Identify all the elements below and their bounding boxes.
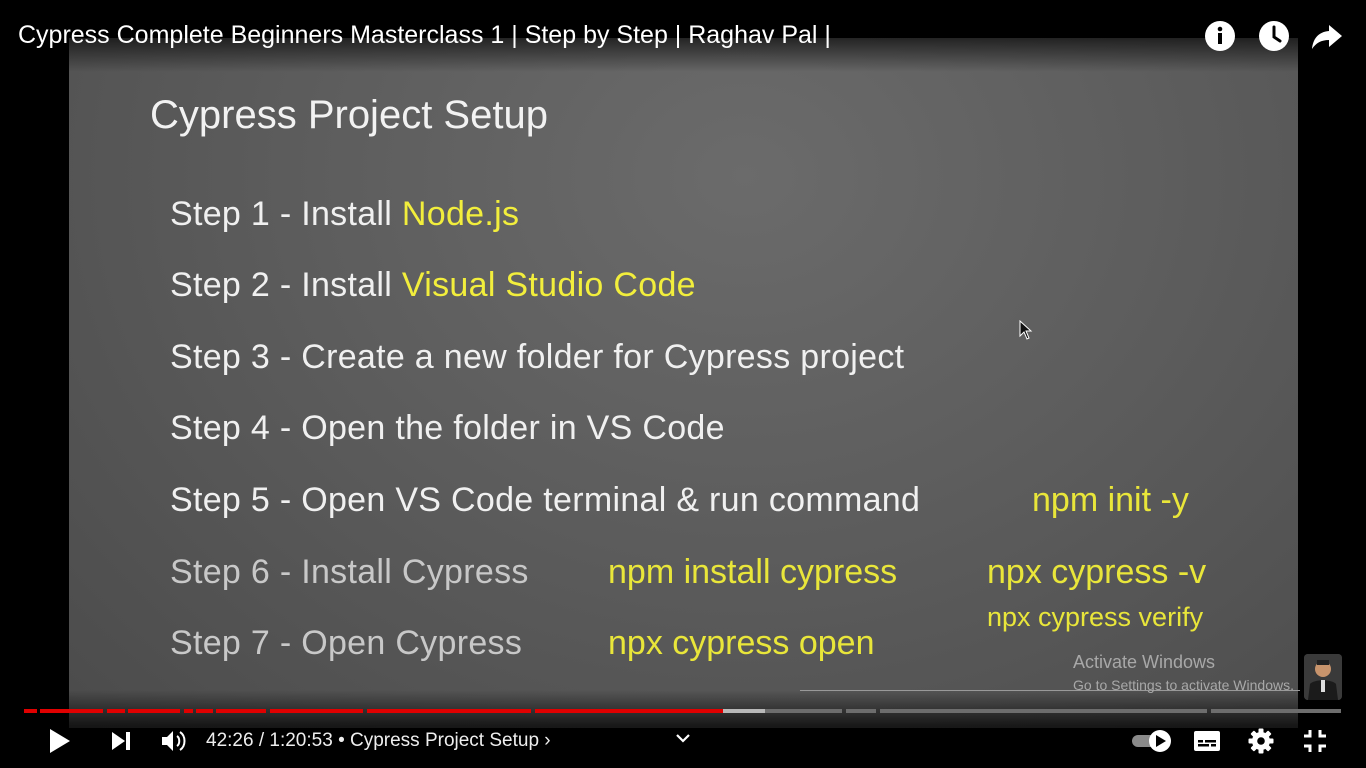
step-2-highlight: Visual Studio Code	[401, 266, 696, 304]
time-readout: 42:26 / 1:20:53	[206, 730, 333, 751]
watermark-line-1: Activate Windows	[1073, 652, 1216, 672]
next-icon	[112, 732, 130, 750]
seek-bar-segment-played	[535, 709, 723, 713]
activate-windows-watermark: Activate Windows Go to Settings to activ…	[1073, 652, 1294, 693]
video-frame[interactable]: Cypress Project Setup Step 1 - Install N…	[69, 38, 1298, 728]
seek-bar-segment-buffered	[723, 709, 765, 713]
subtitles-button[interactable]	[1192, 726, 1222, 756]
volume-icon	[162, 731, 186, 751]
seek-bar[interactable]	[24, 709, 1341, 713]
step-6: Step 6 - Install Cypress	[170, 553, 529, 591]
presenter-avatar	[1304, 654, 1342, 700]
volume-button[interactable]	[158, 726, 188, 756]
chapters-dropdown[interactable]	[672, 728, 694, 748]
step-1-highlight: Node.js	[401, 195, 520, 233]
seek-bar-segment-played	[196, 709, 213, 713]
seek-bar-segment-played	[128, 709, 180, 713]
step-1: Step 1 - Install Node.js	[170, 195, 519, 234]
step-7: Step 7 - Open Cypress	[170, 624, 523, 662]
seek-bar-segment-played	[270, 709, 363, 713]
seek-bar-segment-played	[24, 709, 37, 713]
watermark-line-2: Go to Settings to activate Windows.	[1073, 677, 1294, 693]
seek-bar-segment-rest	[765, 709, 842, 713]
watch-later-icon[interactable]	[1257, 19, 1291, 53]
chapter-title[interactable]: • Cypress Project Setup ›	[338, 730, 551, 751]
seek-bar-segment-rest	[846, 709, 876, 713]
command-npx-cypress-open: npx cypress open	[608, 624, 875, 662]
command-npx-cypress-verify: npx cypress verify	[987, 602, 1204, 632]
mouse-cursor-icon	[1019, 320, 1033, 340]
step-2-text: Step 2 - Install	[170, 266, 402, 304]
seek-bar-segment-played	[216, 709, 266, 713]
seek-bar-segment-played	[40, 709, 103, 713]
seek-bar-segment-played	[107, 709, 125, 713]
exit-fullscreen-button[interactable]	[1300, 726, 1330, 756]
video-title[interactable]: Cypress Complete Beginners Masterclass 1…	[18, 21, 831, 50]
step-5: Step 5 - Open VS Code terminal & run com…	[170, 481, 921, 519]
exit-fullscreen-icon	[1304, 730, 1326, 752]
time-display: 42:26 / 1:20:53 • Cypress Project Setup …	[206, 730, 551, 752]
slide-heading: Cypress Project Setup	[150, 93, 548, 137]
play-button[interactable]	[44, 726, 74, 756]
settings-button[interactable]	[1246, 726, 1276, 756]
command-npm-install-cypress: npm install cypress	[608, 553, 898, 591]
autoplay-toggle[interactable]	[1130, 726, 1174, 756]
chevron-down-icon	[676, 734, 690, 743]
command-npx-cypress-version: npx cypress -v	[987, 553, 1207, 591]
step-4: Step 4 - Open the folder in VS Code	[170, 409, 725, 447]
step-1-text: Step 1 - Install	[170, 195, 402, 233]
subtitles-icon	[1194, 731, 1220, 751]
next-button[interactable]	[106, 726, 136, 756]
autoplay-toggle-icon	[1132, 730, 1171, 752]
seek-bar-segment-rest	[1211, 709, 1341, 713]
play-icon	[50, 729, 70, 753]
step-2: Step 2 - Install Visual Studio Code	[170, 266, 696, 305]
step-3: Step 3 - Create a new folder for Cypress…	[170, 338, 905, 376]
seek-bar-segment-played	[184, 709, 193, 713]
share-icon[interactable]	[1310, 19, 1344, 53]
seek-bar-segment-rest	[880, 709, 1207, 713]
command-npm-init: npm init -y	[1032, 481, 1189, 519]
settings-icon	[1248, 728, 1274, 754]
seek-bar-segment-played	[367, 709, 531, 713]
info-icon[interactable]	[1203, 19, 1237, 53]
